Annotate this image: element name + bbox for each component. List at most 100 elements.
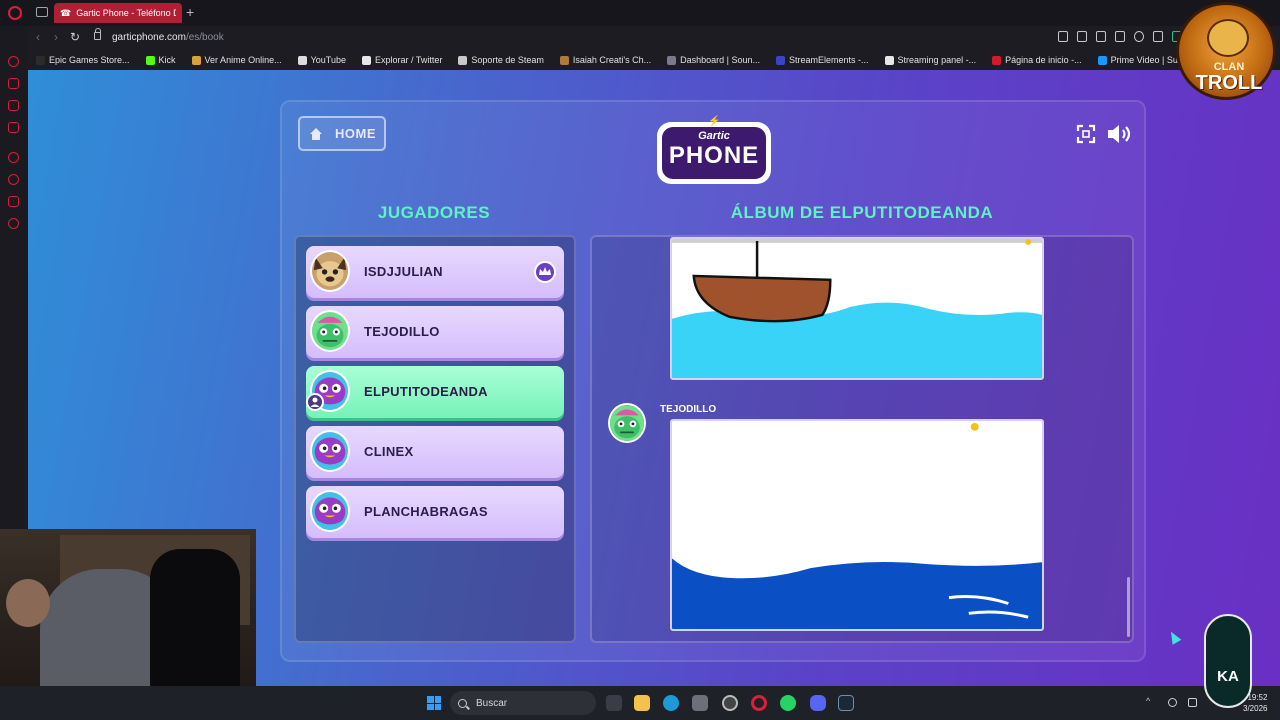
- reload-icon[interactable]: ↻: [70, 30, 80, 44]
- bookmark-item[interactable]: Dashboard | Soun...: [667, 55, 760, 65]
- webcam-head: [6, 579, 50, 627]
- url-host: garticphone.com: [112, 32, 186, 43]
- download-icon[interactable]: [1153, 31, 1163, 42]
- new-tab-button[interactable]: +: [186, 4, 194, 20]
- browser-tab-active[interactable]: ☎ Gartic Phone - Teléfono De: [54, 3, 182, 23]
- bookmark-label: Página de inicio -...: [1005, 55, 1082, 65]
- url-path: /es/book: [185, 32, 224, 43]
- pin-icon[interactable]: [1058, 31, 1068, 42]
- album-area[interactable]: TEJODILLO: [590, 235, 1134, 643]
- player-icon[interactable]: [8, 152, 19, 163]
- player-name: PLANCHABRAGAS: [364, 504, 488, 519]
- bookmark-item[interactable]: Explorar / Twitter: [361, 55, 443, 65]
- player-card[interactable]: CLINEX: [306, 426, 564, 478]
- bookmark-icon: [667, 55, 677, 65]
- tab-switcher-icon[interactable]: [36, 7, 48, 17]
- player-name: ELPUTITODEANDA: [364, 384, 488, 399]
- home-button[interactable]: HOME: [298, 116, 386, 151]
- bookmark-item[interactable]: Soporte de Steam: [458, 55, 544, 65]
- player-card[interactable]: ELPUTITODEANDA: [306, 366, 564, 418]
- opera-taskbar-icon[interactable]: [751, 695, 767, 711]
- fullscreen-icon[interactable]: [1076, 124, 1096, 144]
- player-card[interactable]: TEJODILLO: [306, 306, 564, 358]
- troll-face-icon: [1207, 19, 1249, 57]
- bookmark-item[interactable]: YouTube: [297, 55, 346, 65]
- bookmark-item[interactable]: Ver Anime Online...: [191, 55, 282, 65]
- home-icon: [310, 127, 322, 140]
- settings-icon[interactable]: [8, 218, 19, 229]
- bookmark-label: Explorar / Twitter: [374, 55, 443, 65]
- shield-icon[interactable]: [1096, 31, 1106, 42]
- aria-icon[interactable]: [8, 56, 19, 67]
- lock-icon[interactable]: [94, 28, 101, 40]
- author-name: TEJODILLO: [660, 404, 717, 415]
- player-card[interactable]: PLANCHABRAGAS: [306, 486, 564, 538]
- bookmark-item[interactable]: StreamElements -...: [776, 55, 869, 65]
- obs-icon[interactable]: [722, 695, 738, 711]
- bookmark-icon: [884, 55, 894, 65]
- crown-icon: [534, 261, 556, 283]
- bookmark-label: Dashboard | Soun...: [680, 55, 761, 65]
- logo-text-big: PHONE: [668, 142, 760, 169]
- edge-icon[interactable]: [663, 695, 679, 711]
- microphone-icon[interactable]: [1168, 698, 1177, 707]
- author-avatar: [608, 403, 646, 443]
- user-badge-icon: [306, 393, 324, 411]
- steam-icon[interactable]: [838, 695, 854, 711]
- search-label: Buscar: [476, 697, 508, 709]
- bookmark-item[interactable]: Streaming panel -...: [884, 55, 977, 65]
- extension-icons: [1058, 31, 1182, 42]
- windows-start-icon[interactable]: [427, 696, 441, 710]
- player-name: ISDJJULIAN: [364, 264, 443, 279]
- address-bar: ‹ › ↻ garticphone.com/es/book: [28, 26, 1280, 50]
- mouse-cursor-icon: [1166, 629, 1182, 645]
- tab-title: Gartic Phone - Teléfono De: [76, 8, 176, 18]
- cube-icon[interactable]: [8, 196, 19, 207]
- bookmark-icon: [1097, 55, 1107, 65]
- player-name: CLINEX: [364, 444, 414, 459]
- whatsapp-icon[interactable]: [780, 695, 796, 711]
- tray-chevron-icon[interactable]: ^: [1146, 696, 1155, 706]
- bookmark-item[interactable]: Kick: [145, 55, 176, 65]
- player-avatar: [310, 430, 350, 472]
- wave-drawing-canvas: [672, 422, 1042, 629]
- discord-icon[interactable]: [810, 695, 826, 711]
- player-name: TEJODILLO: [364, 324, 440, 339]
- twitch-icon[interactable]: [8, 122, 19, 133]
- bookmark-icon: [36, 55, 45, 65]
- snapshot-icon[interactable]: [1077, 31, 1087, 42]
- album-title: ÁLBUM DE ELPUTITODEANDA: [730, 203, 994, 222]
- bookmark-label: YouTube: [310, 55, 346, 65]
- bookmark-label: Streaming panel -...: [897, 55, 977, 65]
- clan-logo-line2: TROLL: [1195, 72, 1263, 94]
- player-card[interactable]: ISDJJULIAN: [306, 246, 564, 298]
- drawing-wave: [670, 419, 1044, 631]
- mail-icon[interactable]: [8, 100, 19, 111]
- bookmark-item[interactable]: Epic Games Store...: [36, 55, 130, 65]
- bookmark-item[interactable]: Página de inicio -...: [992, 55, 1082, 65]
- store-icon[interactable]: [692, 695, 708, 711]
- task-view-icon[interactable]: [606, 695, 622, 711]
- player-avatar: [310, 310, 350, 352]
- heart-icon[interactable]: [1134, 31, 1144, 42]
- search-icon: [458, 698, 467, 708]
- bookmark-icon: [458, 55, 468, 65]
- bookmark-icon: [191, 55, 201, 65]
- back-icon[interactable]: ‹: [36, 30, 40, 44]
- drawing-boat: [670, 237, 1044, 380]
- history-icon[interactable]: [8, 174, 19, 185]
- send-icon[interactable]: [1115, 31, 1125, 42]
- forward-icon[interactable]: ›: [54, 30, 58, 44]
- messenger-icon[interactable]: [8, 78, 19, 89]
- network-icon[interactable]: [1188, 698, 1197, 707]
- browser-tab-bar: ☎ Gartic Phone - Teléfono De +: [0, 0, 1280, 26]
- url-field[interactable]: garticphone.com/es/book: [112, 32, 224, 43]
- bookmark-item[interactable]: Isaiah Creati's Ch...: [559, 55, 651, 65]
- album-scrollbar[interactable]: [1127, 577, 1130, 637]
- taskbar-search[interactable]: Buscar: [450, 691, 596, 715]
- sound-icon[interactable]: [1106, 122, 1134, 146]
- opera-logo-icon[interactable]: [8, 6, 22, 20]
- file-explorer-icon[interactable]: [634, 695, 650, 711]
- home-label: HOME: [335, 126, 376, 141]
- bookmark-label: Soporte de Steam: [471, 55, 544, 65]
